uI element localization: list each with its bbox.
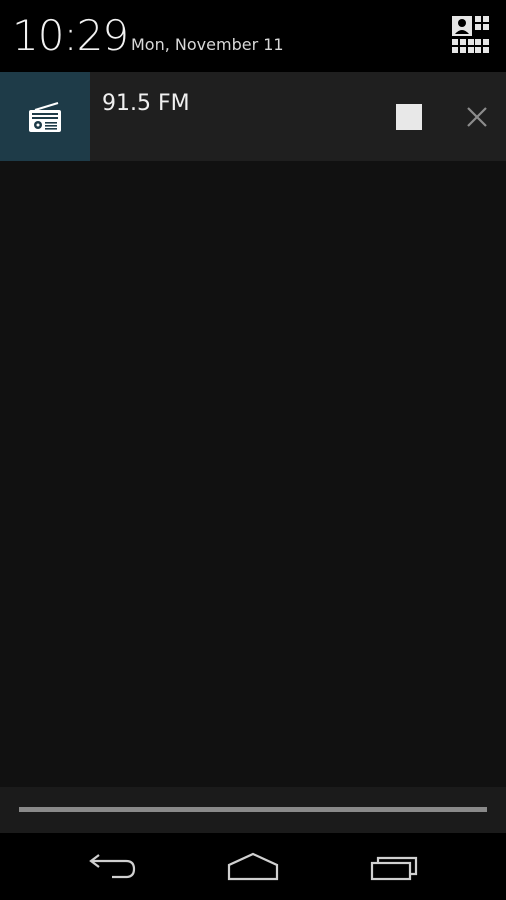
notification-shade: 10:29 Mon, November 11 91.5 FM	[0, 0, 506, 900]
dismiss-button[interactable]	[462, 102, 492, 132]
shade-handle-area[interactable]	[0, 787, 506, 833]
stop-button[interactable]	[390, 98, 428, 136]
close-icon	[467, 107, 487, 127]
home-icon	[227, 852, 279, 881]
recents-button[interactable]	[364, 847, 424, 887]
back-button[interactable]	[82, 847, 142, 887]
quick-settings-icon	[452, 16, 489, 53]
stop-icon	[396, 104, 422, 130]
clock[interactable]: 10:29	[12, 8, 129, 64]
shade-drag-handle[interactable]	[19, 807, 487, 812]
shade-header: 10:29 Mon, November 11	[0, 0, 506, 70]
navigation-bar	[0, 833, 506, 900]
radio-icon	[29, 102, 61, 132]
empty-shade-area	[0, 161, 506, 787]
notification-icon-box	[0, 72, 90, 161]
recents-icon	[370, 856, 418, 881]
back-icon	[89, 854, 136, 879]
home-button[interactable]	[223, 847, 283, 887]
station-title: 91.5 FM	[102, 91, 190, 116]
quick-settings-button[interactable]	[450, 14, 490, 54]
radio-notification[interactable]: 91.5 FM	[0, 72, 506, 161]
date[interactable]: Mon, November 11	[131, 33, 284, 57]
